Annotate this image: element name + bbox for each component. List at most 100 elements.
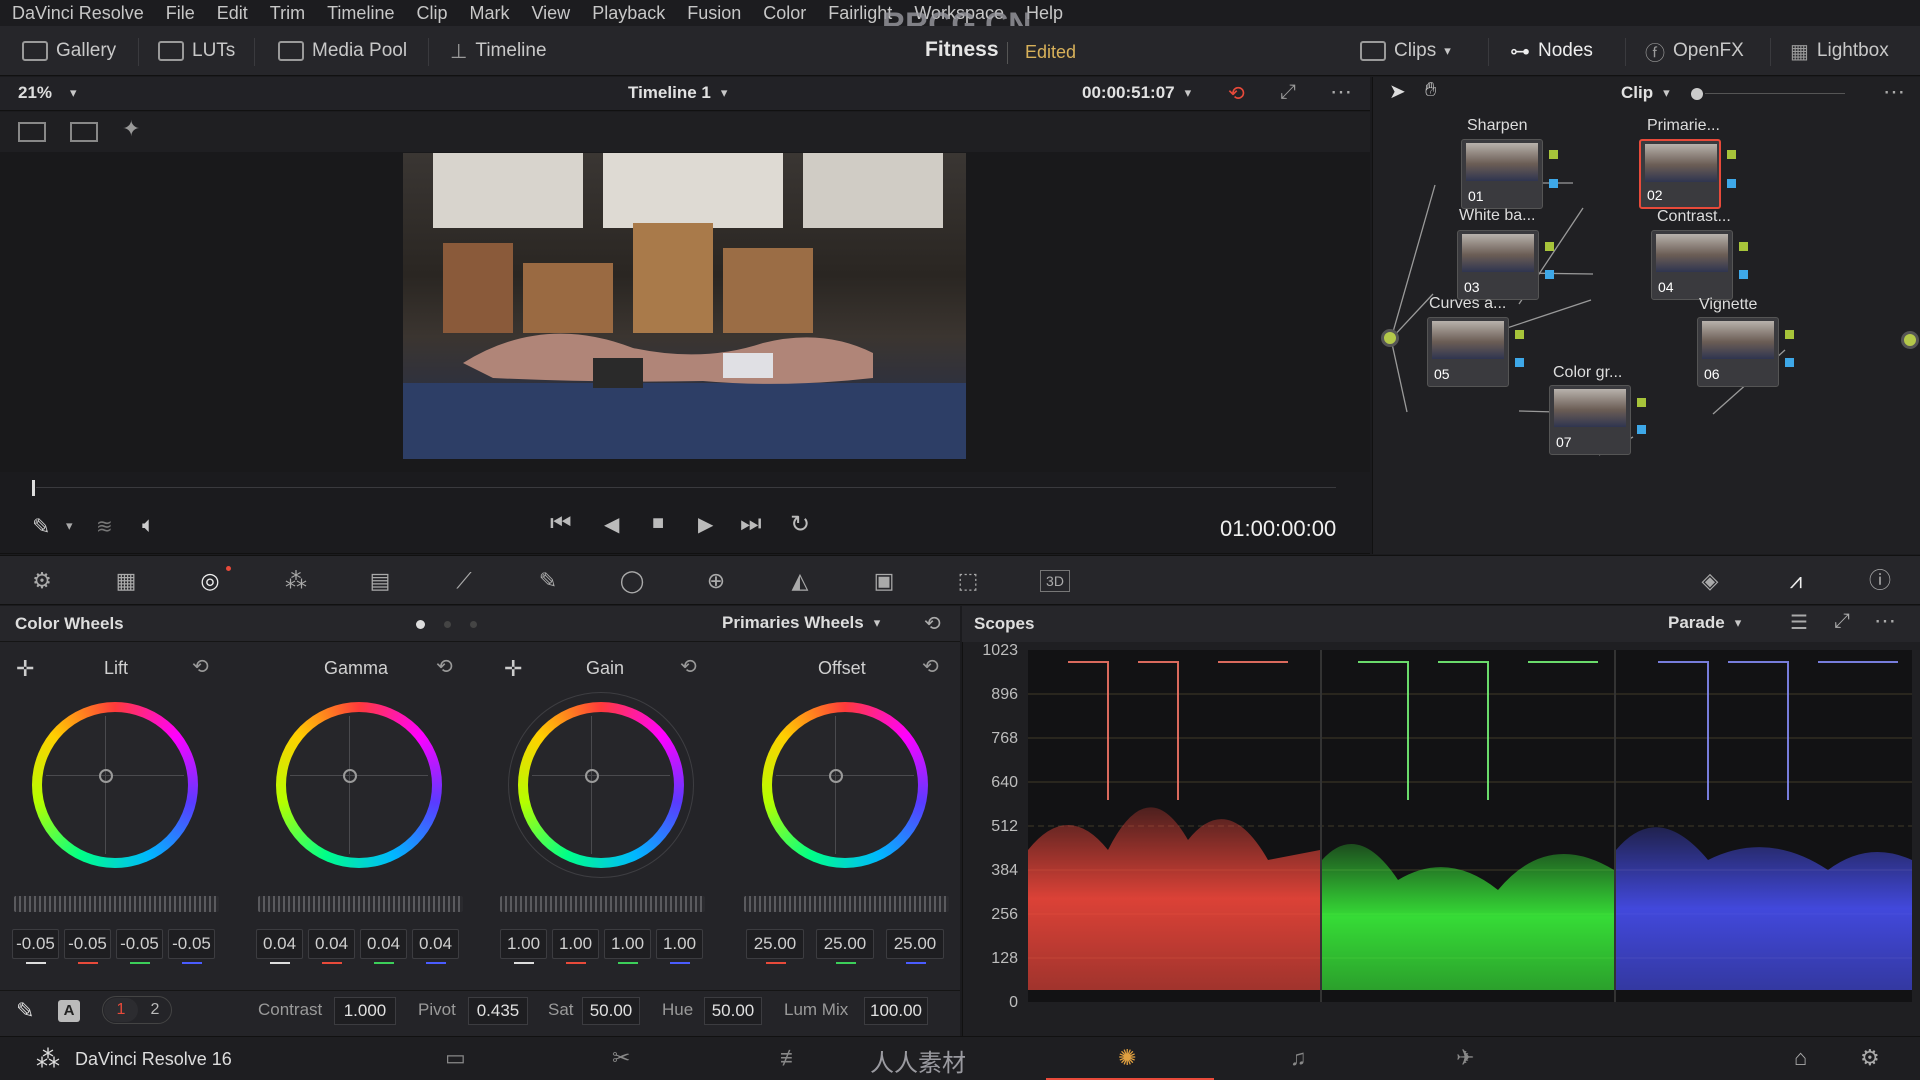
play-reverse-icon[interactable]: ◀ xyxy=(604,512,619,537)
timeline-button[interactable]: ⊥ Timeline xyxy=(450,36,547,66)
gamma-b-value[interactable]: 0.04 xyxy=(412,929,459,959)
lift-y-value[interactable]: -0.05 xyxy=(12,929,59,959)
color-page-tab[interactable]: ✺ xyxy=(1046,1037,1214,1080)
picker-icon[interactable]: ✎ xyxy=(32,514,50,540)
gamma-g-value[interactable]: 0.04 xyxy=(360,929,407,959)
clips-button[interactable]: Clips ▾ xyxy=(1360,36,1451,66)
node-04[interactable]: 04 xyxy=(1651,230,1733,300)
lift-r-value[interactable]: -0.05 xyxy=(64,929,111,959)
play-icon[interactable]: ▶ xyxy=(698,512,713,537)
offset-wheel[interactable] xyxy=(762,702,928,868)
lift-master-wheel[interactable] xyxy=(14,896,219,912)
go-to-start-icon[interactable]: ⏮ xyxy=(550,510,572,538)
gain-b-value[interactable]: 1.00 xyxy=(656,929,703,959)
expand-icon[interactable]: ⤢ xyxy=(1834,610,1850,633)
gallery-button[interactable]: Gallery xyxy=(22,36,116,66)
offset-master-wheel[interactable] xyxy=(744,896,949,912)
settings-gear-icon[interactable]: ⚙ xyxy=(1860,1045,1880,1071)
tracker-icon[interactable]: ⊕ xyxy=(702,568,730,594)
menu-clip[interactable]: Clip xyxy=(416,3,447,24)
auto-color-button[interactable]: A xyxy=(58,1000,80,1022)
go-to-end-icon[interactable]: ⏭ xyxy=(740,510,762,538)
grid-view-icon[interactable] xyxy=(70,122,98,142)
reset-icon[interactable]: ⟲ xyxy=(192,654,209,679)
lift-wheel[interactable] xyxy=(32,702,198,868)
curves-icon[interactable]: ⟋ xyxy=(450,568,478,594)
menu-file[interactable]: File xyxy=(166,3,195,24)
contrast-field[interactable]: 1.000 xyxy=(334,997,396,1025)
split-view-icon[interactable] xyxy=(18,122,46,142)
menu-playback[interactable]: Playback xyxy=(592,3,665,24)
offset-handle[interactable] xyxy=(829,769,843,783)
qualifier-icon[interactable]: ✎ xyxy=(534,568,562,594)
deliver-page-icon[interactable]: ✈ xyxy=(1456,1045,1474,1071)
page-2-button[interactable]: 2 xyxy=(140,998,170,1022)
nodes-button[interactable]: ⊶ Nodes xyxy=(1510,36,1593,66)
gain-y-value[interactable]: 1.00 xyxy=(500,929,547,959)
gamma-handle[interactable] xyxy=(343,769,357,783)
node-editor[interactable]: ➤ ✋︎ Clip ▾ ⋯ Sharpen 01 Primarie... 02 … xyxy=(1372,77,1920,554)
chevron-down-icon[interactable]: ▾ xyxy=(66,518,73,534)
menu-edit[interactable]: Edit xyxy=(217,3,248,24)
media-pool-button[interactable]: Media Pool xyxy=(278,36,407,66)
stop-icon[interactable]: ■ xyxy=(652,512,664,535)
gain-wheel[interactable] xyxy=(518,702,684,868)
gamma-r-value[interactable]: 0.04 xyxy=(308,929,355,959)
more-options-icon[interactable]: ⋯ xyxy=(1330,79,1352,105)
window-icon[interactable]: ◯ xyxy=(618,568,646,594)
crosshair-icon[interactable]: ✛ xyxy=(16,656,34,682)
scope-type-dropdown[interactable]: Parade ▾ xyxy=(1668,613,1741,633)
node-06[interactable]: 06 xyxy=(1697,317,1779,387)
more-options-icon[interactable]: ⋯ xyxy=(1874,608,1896,634)
home-icon[interactable]: ⌂ xyxy=(1794,1045,1807,1071)
node-01[interactable]: 01 xyxy=(1461,139,1543,209)
page-dot[interactable] xyxy=(470,621,477,628)
scrub-bar[interactable] xyxy=(0,472,1370,498)
rgb-mixer-icon[interactable]: ⁂ xyxy=(282,568,310,594)
reset-icon[interactable]: ⟲ xyxy=(922,654,939,679)
lum-mix-field[interactable]: 100.00 xyxy=(864,997,928,1025)
sat-field[interactable]: 50.00 xyxy=(582,997,640,1025)
menu-app[interactable]: DaVinci Resolve xyxy=(12,3,144,24)
menu-color[interactable]: Color xyxy=(763,3,806,24)
motion-effects-icon[interactable]: ▤ xyxy=(366,568,394,594)
node-07[interactable]: 07 xyxy=(1549,385,1631,455)
pivot-field[interactable]: 0.435 xyxy=(468,997,528,1025)
lift-g-value[interactable]: -0.05 xyxy=(116,929,163,959)
gain-master-wheel[interactable] xyxy=(500,896,705,912)
timeline-dropdown[interactable]: Timeline 1 ▾ xyxy=(628,83,727,103)
keyframes-icon[interactable]: ◈ xyxy=(1696,568,1724,594)
sizing-icon[interactable]: ⬚ xyxy=(954,568,982,594)
camera-raw-icon[interactable]: ⚙ xyxy=(28,568,56,594)
node-05[interactable]: 05 xyxy=(1427,317,1509,387)
fullscreen-icon[interactable]: ⤢ xyxy=(1280,81,1296,104)
node-02-selected[interactable]: 02 xyxy=(1639,139,1721,209)
timecode-dropdown[interactable]: 00:00:51:07 ▾ xyxy=(1082,83,1191,103)
edit-page-icon[interactable]: ≢ xyxy=(780,1045,802,1071)
blur-icon[interactable]: ◭ xyxy=(786,568,814,594)
lift-handle[interactable] xyxy=(99,769,113,783)
luts-button[interactable]: LUTs xyxy=(158,36,235,66)
offset-r-value[interactable]: 25.00 xyxy=(746,929,804,959)
cut-page-icon[interactable]: ✂ xyxy=(612,1045,630,1071)
lift-b-value[interactable]: -0.05 xyxy=(168,929,215,959)
gain-r-value[interactable]: 1.00 xyxy=(552,929,599,959)
gain-handle[interactable] xyxy=(585,769,599,783)
menu-view[interactable]: View xyxy=(531,3,570,24)
magic-wand-icon[interactable]: ✦ xyxy=(122,116,140,142)
page-dot[interactable] xyxy=(444,621,451,628)
gain-g-value[interactable]: 1.00 xyxy=(604,929,651,959)
auto-balance-icon[interactable]: ✎ xyxy=(16,998,34,1024)
gamma-y-value[interactable]: 0.04 xyxy=(256,929,303,959)
page-dot-active[interactable] xyxy=(416,620,425,629)
volume-icon[interactable]: 🔈︎ xyxy=(142,512,155,538)
scopes-icon[interactable]: ⩘ xyxy=(1782,568,1810,594)
zoom-dropdown[interactable]: 21% ▾ xyxy=(18,83,77,103)
reset-icon[interactable]: ⟲ xyxy=(680,654,697,679)
node-03[interactable]: 03 xyxy=(1457,230,1539,300)
source-input[interactable] xyxy=(1381,329,1399,347)
color-wheels-icon[interactable]: ◎ xyxy=(196,568,224,594)
gamma-wheel[interactable] xyxy=(276,702,442,868)
output-port[interactable] xyxy=(1901,331,1919,349)
reset-icon[interactable]: ⟲ xyxy=(436,654,453,679)
